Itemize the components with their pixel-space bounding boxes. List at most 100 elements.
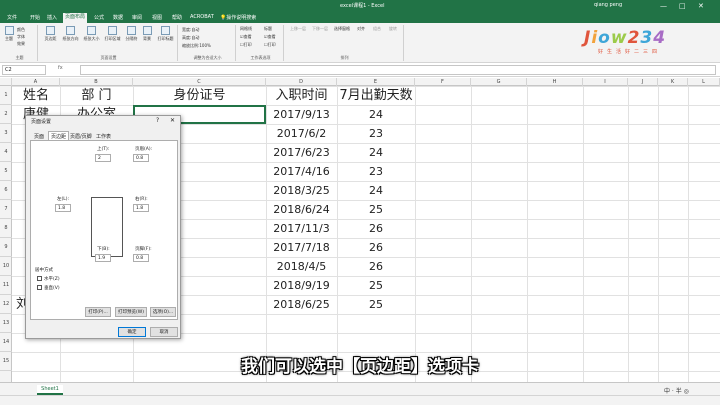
print-button[interactable]: 打印(P)... (85, 307, 111, 317)
header-cell-name[interactable]: 姓名 (12, 86, 60, 105)
horizontal-checkbox[interactable] (37, 276, 42, 281)
headings-view-checkbox[interactable]: ☑查看 (264, 34, 276, 40)
sheet-tab-sheet1[interactable]: Sheet1 (37, 385, 63, 395)
row-header[interactable]: 7 (0, 200, 12, 219)
minimize-button[interactable]: — (660, 0, 667, 12)
row-header[interactable]: 6 (0, 181, 12, 200)
column-header-e[interactable]: E (337, 78, 415, 86)
days-cell[interactable]: 24 (337, 181, 415, 200)
print-area-button[interactable]: 打印区域 (103, 26, 122, 42)
options-button[interactable]: 选项(O)... (150, 307, 176, 317)
row-header[interactable]: 12 (0, 295, 12, 314)
column-header-l[interactable]: L (688, 78, 720, 86)
selection-pane-button[interactable]: 选择窗格 (332, 26, 352, 32)
date-cell[interactable]: 2018/6/24 (266, 200, 337, 219)
days-cell[interactable]: 26 (337, 219, 415, 238)
header-cell-hire-date[interactable]: 入职时间 (266, 86, 337, 105)
rotate-button[interactable]: 旋转 (386, 26, 400, 32)
size-button[interactable]: 纸张大小 (82, 26, 101, 42)
themes-button[interactable]: 主题 (3, 26, 15, 42)
margins-button[interactable]: 页边距 (42, 26, 59, 42)
header-cell-attendance[interactable]: 7月出勤天数 (337, 86, 415, 105)
row-header[interactable]: 4 (0, 143, 12, 162)
days-cell[interactable]: 26 (337, 238, 415, 257)
bottom-margin-input[interactable]: 1.9 (95, 254, 111, 262)
height-control[interactable]: 高度:自动 (182, 35, 199, 41)
column-header-j[interactable]: J (628, 78, 658, 86)
tab-formulas[interactable]: 公式 (92, 14, 106, 21)
days-cell[interactable]: 25 (337, 295, 415, 314)
tab-help[interactable]: 帮助 (170, 14, 184, 21)
tab-acrobat[interactable]: ACROBAT (188, 14, 216, 20)
print-preview-button[interactable]: 打印预览(W) (115, 307, 147, 317)
group-button[interactable]: 组合 (370, 26, 384, 32)
close-button[interactable]: ✕ (698, 0, 704, 12)
send-backward-button[interactable]: 下移一层 (310, 26, 330, 32)
column-header-a[interactable]: A (12, 78, 60, 86)
row-header[interactable]: 14 (0, 333, 12, 352)
row-header[interactable]: 13 (0, 314, 12, 333)
header-margin-input[interactable]: 0.8 (133, 154, 149, 162)
scale-control[interactable]: 缩放比例:100% (182, 43, 211, 49)
name-box[interactable]: C2 (2, 65, 46, 75)
headings-print-checkbox[interactable]: ☐打印 (264, 42, 276, 48)
column-header-g[interactable]: G (471, 78, 527, 86)
background-button[interactable]: 背景 (141, 26, 153, 42)
bring-forward-button[interactable]: 上移一层 (288, 26, 308, 32)
header-cell-department[interactable]: 部 门 (60, 86, 133, 105)
date-cell[interactable]: 2017/6/2 (266, 124, 337, 143)
column-header-k[interactable]: K (658, 78, 688, 86)
row-header[interactable]: 3 (0, 124, 12, 143)
row-header[interactable]: 9 (0, 238, 12, 257)
days-cell[interactable]: 23 (337, 162, 415, 181)
maximize-button[interactable]: □ (679, 0, 686, 12)
ime-indicator[interactable]: 中 · 半 ◎ (664, 386, 689, 395)
date-cell[interactable]: 2017/7/18 (266, 238, 337, 257)
left-margin-input[interactable]: 1.8 (55, 204, 71, 212)
tab-home[interactable]: 开始 (28, 14, 42, 21)
date-cell[interactable]: 2017/6/23 (266, 143, 337, 162)
cancel-button[interactable]: 取消 (150, 327, 178, 337)
fonts-button[interactable]: 字体 (17, 34, 25, 40)
print-titles-button[interactable]: 打印标题 (155, 26, 176, 42)
tab-insert[interactable]: 插入 (45, 14, 59, 21)
tell-me-search[interactable]: 💡操作说明搜索 (218, 14, 258, 21)
date-cell[interactable]: 2017/9/13 (266, 105, 337, 124)
days-cell[interactable]: 24 (337, 105, 415, 124)
days-cell[interactable]: 25 (337, 276, 415, 295)
column-header-d[interactable]: D (266, 78, 337, 86)
orientation-button[interactable]: 纸张方向 (61, 26, 80, 42)
width-control[interactable]: 宽度:自动 (182, 27, 199, 33)
column-header-c[interactable]: C (133, 78, 266, 86)
row-header[interactable]: 11 (0, 276, 12, 295)
tab-data[interactable]: 数据 (111, 14, 125, 21)
row-header[interactable]: 8 (0, 219, 12, 238)
date-cell[interactable]: 2018/4/5 (266, 257, 337, 276)
column-header-i[interactable]: I (583, 78, 628, 86)
days-cell[interactable]: 26 (337, 257, 415, 276)
days-cell[interactable]: 24 (337, 143, 415, 162)
user-name[interactable]: qiang peng (594, 2, 622, 8)
column-header-h[interactable]: H (527, 78, 583, 86)
fx-icon[interactable]: fx (58, 65, 63, 71)
top-margin-input[interactable]: 2 (95, 154, 111, 162)
date-cell[interactable]: 2018/6/25 (266, 295, 337, 314)
days-cell[interactable]: 23 (337, 124, 415, 143)
gridlines-view-checkbox[interactable]: ☑查看 (240, 34, 252, 40)
tab-file[interactable]: 文件 (5, 14, 19, 21)
gridlines-print-checkbox[interactable]: ☐打印 (240, 42, 252, 48)
effects-button[interactable]: 效果 (17, 41, 25, 47)
row-header[interactable]: 5 (0, 162, 12, 181)
column-header-b[interactable]: B (60, 78, 133, 86)
column-header-f[interactable]: F (415, 78, 471, 86)
dialog-close-button[interactable]: ✕ (170, 117, 175, 124)
tab-page-layout[interactable]: 页面布局 (63, 13, 88, 23)
formula-input[interactable] (80, 65, 716, 75)
select-all-corner[interactable] (0, 78, 12, 86)
date-cell[interactable]: 2017/11/3 (266, 219, 337, 238)
tab-review[interactable]: 审阅 (130, 14, 144, 21)
ok-button[interactable]: 确定 (118, 327, 146, 337)
align-button[interactable]: 对齐 (354, 26, 368, 32)
row-header[interactable]: 10 (0, 257, 12, 276)
right-margin-input[interactable]: 1.8 (133, 204, 149, 212)
